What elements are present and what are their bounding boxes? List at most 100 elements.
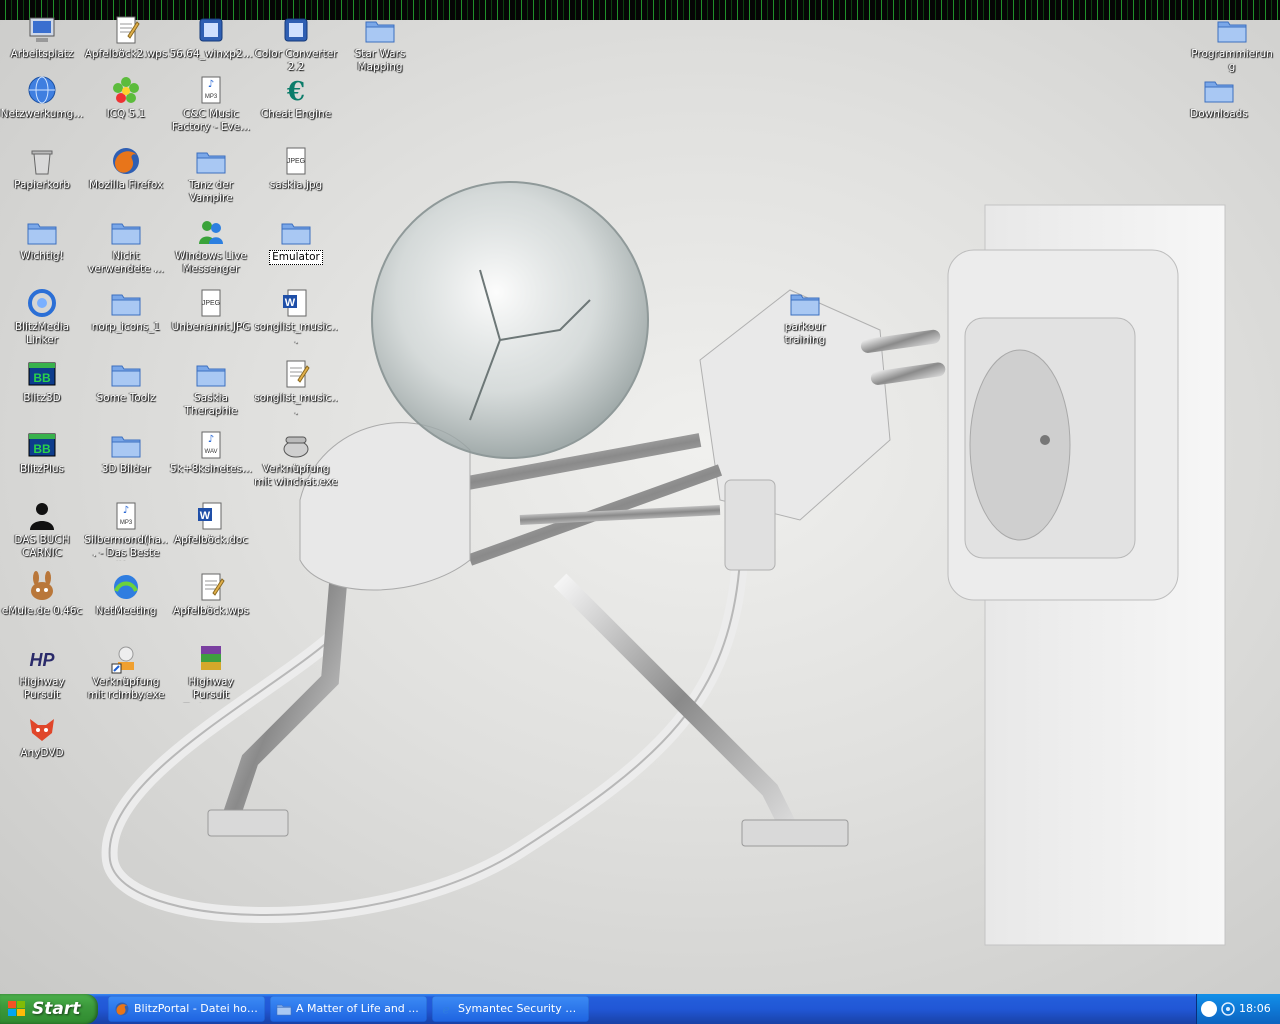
desktop-icon-label: Cheat Engine bbox=[260, 108, 332, 120]
desktop-icon-label: Windows Live Messenger bbox=[175, 250, 247, 275]
svg-text:♪: ♪ bbox=[208, 434, 214, 445]
desktop-icon-label: Wichtig! bbox=[20, 250, 64, 262]
jpeg-file-icon: JPEG bbox=[195, 287, 227, 319]
desktop-icon[interactable]: NetMeeting bbox=[84, 571, 168, 618]
desktop-icon[interactable]: Netzwerkumg... bbox=[0, 74, 84, 121]
desktop-icon[interactable]: songlist_music... bbox=[254, 358, 338, 418]
blitzmedia-icon bbox=[26, 287, 58, 319]
desktop-icon-label: Downloads bbox=[1190, 108, 1248, 120]
word-document-icon: W bbox=[195, 500, 227, 532]
wav-file-icon: ♪ WAV bbox=[195, 429, 227, 461]
start-button[interactable]: Start bbox=[0, 994, 98, 1024]
folder-icon bbox=[195, 145, 227, 177]
desktop-icon[interactable]: 3D Bilder bbox=[84, 429, 168, 476]
desktop-icon-label: Star Wars Mapping bbox=[354, 48, 406, 73]
desktop-icon[interactable]: Verknüpfung mit rcimby.exe bbox=[84, 642, 168, 702]
desktop-icon[interactable]: Apfelböck2.wps bbox=[84, 14, 168, 61]
desktop-icon[interactable]: norp_icons_1 bbox=[84, 287, 168, 334]
messenger-icon bbox=[195, 216, 227, 248]
desktop-icon-label: Tanz der Vampire bbox=[188, 179, 234, 204]
document-icon bbox=[195, 571, 227, 603]
folder-icon bbox=[195, 358, 227, 390]
desktop-icon-label: 3D Bilder bbox=[101, 463, 151, 475]
desktop-icon-label: Netzwerkumg... bbox=[0, 108, 84, 120]
desktop-icon[interactable]: Saskia Theraphie bbox=[169, 358, 253, 418]
desktop-icon[interactable]: ♪ MP3 Silbermond(ha... - Das Beste (K... bbox=[84, 500, 168, 561]
desktop-icon[interactable]: Downloads bbox=[1177, 74, 1261, 121]
app-icon bbox=[280, 14, 312, 46]
firefox-icon bbox=[114, 1001, 130, 1017]
desktop-icon[interactable]: eMule.de 0.46c bbox=[0, 571, 84, 618]
desktop-icon-label: Mozilla Firefox bbox=[88, 179, 164, 191]
recycle-bin-icon bbox=[26, 145, 58, 177]
desktop-icon[interactable]: Tanz der Vampire bbox=[169, 145, 253, 205]
desktop-icon[interactable]: Emulator bbox=[254, 216, 338, 269]
desktop-icon[interactable]: ♪ MP3 C&C Music Factory - Eve... bbox=[169, 74, 253, 134]
desktop-icon[interactable]: Mozilla Firefox bbox=[84, 145, 168, 192]
svg-text:♪: ♪ bbox=[123, 505, 129, 516]
silhouette-icon bbox=[26, 500, 58, 532]
desktop-icon[interactable]: BB BlitzPlus bbox=[0, 429, 84, 476]
desktop-icon-label: Highway Pursuit bbox=[19, 676, 65, 701]
telephone-icon bbox=[280, 429, 312, 461]
desktop-icon-label: Verknüpfung mit winchat.exe bbox=[254, 463, 338, 488]
folder-icon bbox=[364, 14, 396, 46]
taskbar-button[interactable]: BlitzPortal - Datei hoc... bbox=[108, 996, 265, 1022]
folder-icon bbox=[276, 1001, 292, 1017]
desktop-icon-label: songlist_music... bbox=[254, 392, 338, 417]
desktop-icon[interactable]: JPEG saskia.jpg bbox=[254, 145, 338, 192]
desktop-icon[interactable]: BlitzMedia Linker bbox=[0, 287, 84, 347]
desktop-icon-label: Papierkorb bbox=[14, 179, 70, 191]
svg-text:BB: BB bbox=[33, 371, 51, 385]
taskbar-button[interactable]: A Matter of Life and ... bbox=[270, 996, 427, 1022]
desktop-icon[interactable]: W Apfelböck.doc bbox=[169, 500, 253, 547]
chevron-left-icon[interactable] bbox=[1201, 1001, 1217, 1017]
svg-text:♪: ♪ bbox=[208, 79, 214, 90]
netmeeting-icon bbox=[110, 571, 142, 603]
desktop-icon-label: Verknüpfung mit rcimby.exe bbox=[87, 676, 165, 701]
desktop-icon[interactable]: Highway Pursuit Trainer.rar bbox=[169, 642, 253, 703]
desktop-icon[interactable]: AnyDVD bbox=[0, 713, 84, 760]
desktop-icon[interactable]: Arbeitsplatz bbox=[0, 14, 84, 61]
desktop-icon[interactable]: parkour training bbox=[763, 287, 847, 347]
desktop-icon-label: DAS BUCH CARNIC bbox=[14, 534, 70, 559]
desktop-icon-label: parkour training bbox=[784, 321, 826, 346]
taskbar-button-label: Symantec Security C... bbox=[458, 1002, 583, 1015]
folder-icon bbox=[789, 287, 821, 319]
desktop-icon[interactable]: Some Toolz bbox=[84, 358, 168, 405]
light-bulb bbox=[371, 181, 649, 459]
desktop-icon[interactable]: ICQ 5.1 bbox=[84, 74, 168, 121]
desktop-icon[interactable]: ♪ WAV 5k+8ksinetes... bbox=[169, 429, 253, 476]
desktop-icon-label: Emulator bbox=[269, 250, 323, 265]
desktop-icon[interactable]: € Cheat Engine bbox=[254, 74, 338, 121]
svg-text:€: € bbox=[286, 77, 305, 106]
desktop-icon[interactable]: Wichtig! bbox=[0, 216, 84, 263]
desktop-icon[interactable]: Papierkorb bbox=[0, 145, 84, 192]
desktop-icon[interactable]: Star Wars Mapping bbox=[338, 14, 422, 74]
jpeg-file-icon: JPEG bbox=[280, 145, 312, 177]
taskbar-button[interactable]: e Symantec Security C... bbox=[432, 996, 589, 1022]
desktop-icon-label: saskia.jpg bbox=[269, 179, 323, 191]
desktop-icon[interactable]: 56.64_winxp2... bbox=[169, 14, 253, 61]
desktop-icon[interactable]: Verknüpfung mit winchat.exe bbox=[254, 429, 338, 489]
desktop-icon-label: norp_icons_1 bbox=[91, 321, 161, 333]
desktop-icon[interactable]: BB Blitz3D bbox=[0, 358, 84, 405]
desktop-icon[interactable]: JPEG Unbenannt.JPG bbox=[169, 287, 253, 334]
desktop-icon[interactable]: Windows Live Messenger bbox=[169, 216, 253, 276]
desktop-icon[interactable]: HP Highway Pursuit bbox=[0, 642, 84, 702]
desktop-icon[interactable]: Programmierung bbox=[1190, 14, 1274, 74]
desktop-icon[interactable]: DAS BUCH CARNIC bbox=[0, 500, 84, 560]
shortcut-app-icon bbox=[110, 642, 142, 674]
svg-text:W: W bbox=[200, 510, 211, 522]
desktop-icon[interactable]: Apfelböck.wps bbox=[169, 571, 253, 618]
system-tray: 18:06 bbox=[1196, 994, 1280, 1024]
desktop-icon[interactable]: Wsonglist_music... bbox=[254, 287, 338, 347]
desktop-icon[interactable]: Nicht verwendete ... bbox=[84, 216, 168, 276]
firefox-icon bbox=[110, 145, 142, 177]
svg-text:W: W bbox=[285, 297, 296, 309]
wireless-icon[interactable] bbox=[1221, 1002, 1235, 1016]
svg-text:e: e bbox=[442, 1003, 449, 1017]
mp3-file-icon: ♪ MP3 bbox=[195, 74, 227, 106]
desktop-icon-label: Apfelböck2.wps bbox=[84, 48, 168, 60]
desktop-icon[interactable]: Color Converter 2.2 bbox=[254, 14, 338, 74]
